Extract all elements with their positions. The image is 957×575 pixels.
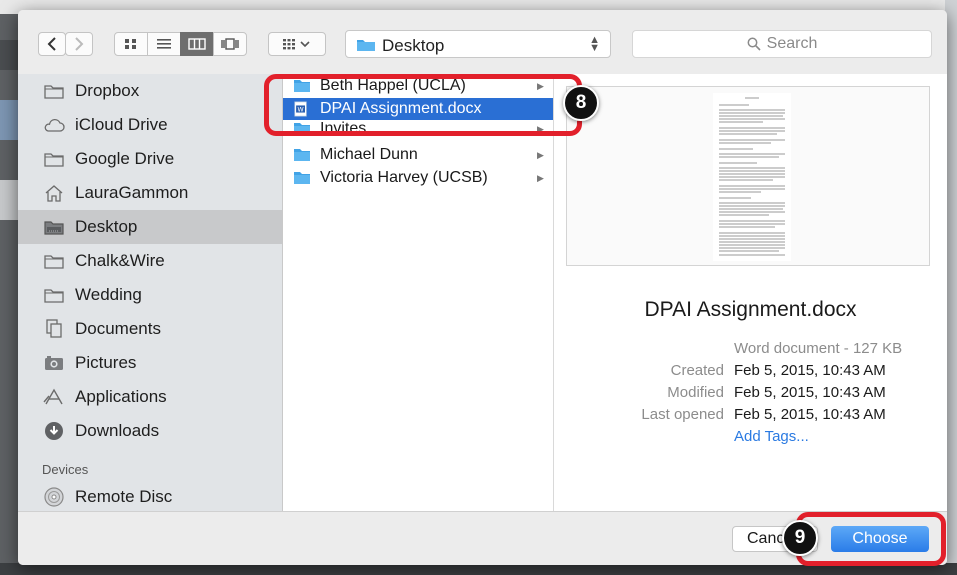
item-label: Michael Dunn [320, 146, 418, 163]
sidebar: Dropbox iCloud Drive Google Drive LauraG… [18, 74, 283, 511]
devices-header: Devices [42, 462, 89, 477]
last-opened-label: Last opened [641, 406, 724, 423]
sidebar-item-label: Desktop [75, 217, 138, 236]
search-field[interactable]: Search [632, 30, 932, 58]
sidebar-item-lauragammon[interactable]: LauraGammon [18, 176, 282, 210]
sidebar-item-applications[interactable]: Applications [18, 380, 282, 414]
preview-filename: DPAI Assignment.docx [644, 298, 857, 321]
sidebar-item-icloud-drive[interactable]: iCloud Drive [18, 108, 282, 142]
sidebar-item-wedding[interactable]: Wedding [18, 278, 282, 312]
highlight-box-step9 [796, 512, 946, 566]
sidebar-item-pictures[interactable]: Pictures [18, 346, 282, 380]
folder-icon [43, 286, 65, 304]
sidebar-item-downloads[interactable]: Downloads [18, 414, 282, 448]
search-icon [747, 37, 761, 51]
file-browser-column: Beth Happel (UCLA) ▶ W DPAI Assignment.d… [283, 74, 554, 511]
last-opened-value: Feb 5, 2015, 10:43 AM [734, 406, 886, 423]
chevron-left-icon [47, 37, 56, 51]
add-tags-link[interactable]: Add Tags... [734, 428, 809, 445]
sidebar-item-label: LauraGammon [75, 183, 189, 202]
camera-icon [43, 354, 65, 372]
sidebar-item-label: Remote Disc [75, 487, 173, 506]
chevron-right-icon [75, 37, 84, 51]
location-popup[interactable]: Desktop ▲ ▼ [345, 30, 611, 58]
disc-icon [43, 487, 65, 507]
highlight-box-step8 [264, 74, 582, 136]
folder-icon [294, 172, 310, 184]
sidebar-item-label: Wedding [75, 285, 142, 304]
arrange-button[interactable] [268, 32, 326, 56]
document-thumbnail [566, 86, 930, 266]
list-item[interactable]: Michael Dunn ▶ [283, 144, 553, 166]
documents-icon [43, 319, 65, 338]
toolbar: Desktop ▲ ▼ Search [18, 10, 947, 74]
sidebar-item-label: Downloads [75, 421, 160, 440]
sidebar-item-label: Dropbox [75, 81, 140, 100]
applications-icon [43, 388, 65, 406]
folder-icon [357, 40, 375, 51]
forward-button[interactable] [65, 32, 93, 56]
list-view-button[interactable] [147, 32, 181, 56]
location-label: Desktop [382, 36, 445, 55]
back-button[interactable] [38, 32, 66, 56]
folder-icon [43, 82, 65, 100]
home-icon [43, 184, 65, 202]
search-placeholder: Search [766, 35, 818, 52]
icon-view-button[interactable] [114, 32, 148, 56]
sidebar-item-label: Google Drive [75, 149, 175, 168]
preview-pane: DPAI Assignment.docx Word document - 127… [554, 74, 947, 511]
sidebar-item-google-drive[interactable]: Google Drive [18, 142, 282, 176]
desktop-folder-icon [43, 218, 65, 236]
sidebar-item-label: iCloud Drive [75, 115, 168, 134]
view-mode-selector [114, 32, 247, 56]
grid-view-icon [125, 39, 136, 49]
cover-flow-icon [221, 38, 239, 50]
created-label: Created [670, 362, 724, 379]
sidebar-item-label: Pictures [75, 353, 137, 372]
sidebar-item-label: Documents [75, 319, 161, 338]
sidebar-item-remote-disc[interactable]: Remote Disc [18, 480, 282, 511]
download-icon [43, 422, 65, 440]
disclosure-arrow-icon: ▶ [537, 149, 544, 160]
column-view-icon [188, 38, 206, 50]
list-view-icon [157, 39, 171, 49]
cloud-icon [43, 116, 65, 134]
list-item[interactable]: Victoria Harvey (UCSB) ▶ [283, 167, 553, 189]
folder-icon [43, 252, 65, 270]
disclosure-arrow-icon: ▶ [537, 172, 544, 183]
sidebar-item-label: Applications [75, 387, 167, 406]
folder-icon [43, 150, 65, 168]
sidebar-item-label: Chalk&Wire [75, 251, 165, 270]
file-kind: Word document - 127 KB [734, 340, 903, 357]
sidebar-item-chalk-wire[interactable]: Chalk&Wire [18, 244, 282, 278]
sidebar-item-desktop[interactable]: Desktop [18, 210, 282, 244]
created-value: Feb 5, 2015, 10:43 AM [734, 362, 886, 379]
modified-label: Modified [667, 384, 724, 401]
column-view-button[interactable] [180, 32, 214, 56]
sidebar-item-dropbox[interactable]: Dropbox [18, 74, 282, 108]
modified-value: Feb 5, 2015, 10:43 AM [734, 384, 886, 401]
step-badge-8: 8 [563, 85, 599, 121]
sidebar-item-documents[interactable]: Documents [18, 312, 282, 346]
up-down-caret-icon: ▲ ▼ [589, 34, 600, 54]
arrange-icon [283, 39, 310, 50]
folder-icon [294, 149, 310, 161]
cover-flow-button[interactable] [213, 32, 247, 56]
item-label: Victoria Harvey (UCSB) [320, 169, 488, 186]
document-page-image [713, 93, 791, 261]
step-badge-9: 9 [782, 520, 818, 556]
